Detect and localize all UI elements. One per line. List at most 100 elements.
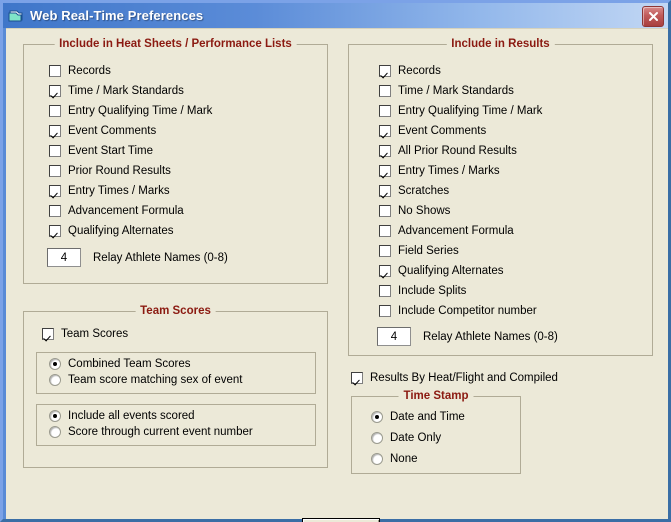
radio-label: Date Only	[390, 431, 442, 444]
checkbox-box[interactable]	[379, 285, 391, 297]
checkbox-hs-prior-round-results[interactable]: Prior Round Results	[49, 164, 171, 178]
checkbox-label: Qualifying Alternates	[68, 224, 174, 237]
radio-team-score-matching-sex[interactable]: Team score matching sex of event	[49, 373, 243, 387]
checkbox-box[interactable]	[49, 165, 61, 177]
checkbox-box[interactable]	[379, 185, 391, 197]
checkbox-box[interactable]	[379, 145, 391, 157]
checkbox-team-scores-enabled[interactable]: Team Scores	[42, 327, 128, 341]
checkbox-box[interactable]	[49, 225, 61, 237]
radio-date-only[interactable]: Date Only	[371, 431, 441, 445]
radio-label: Score through current event number	[68, 425, 253, 438]
checkbox-hs-event-start-time[interactable]: Event Start Time	[49, 144, 153, 158]
subgroup-team-score-scope: Combined Team Scores Team score matching…	[36, 352, 316, 394]
checkbox-label: Advancement Formula	[68, 204, 184, 217]
radio-circle[interactable]	[49, 426, 61, 438]
checkbox-results-by-heat-flight[interactable]: Results By Heat/Flight and Compiled	[351, 371, 558, 385]
checkbox-label: Event Comments	[68, 124, 157, 137]
close-button[interactable]: Close	[302, 518, 380, 522]
checkbox-box[interactable]	[379, 165, 391, 177]
checkbox-res-no-shows[interactable]: No Shows	[379, 204, 450, 218]
checkbox-res-include-competitor-number[interactable]: Include Competitor number	[379, 304, 537, 318]
relay-athlete-names-input-hs[interactable]	[47, 248, 81, 267]
checkbox-label: Results By Heat/Flight and Compiled	[370, 371, 558, 384]
relay-athlete-names-input-res[interactable]	[377, 327, 411, 346]
checkbox-box[interactable]	[351, 372, 363, 384]
checkbox-label: All Prior Round Results	[398, 144, 517, 157]
checkbox-res-qualifying-alternates[interactable]: Qualifying Alternates	[379, 264, 503, 278]
checkbox-box[interactable]	[379, 125, 391, 137]
radio-circle[interactable]	[49, 374, 61, 386]
checkbox-res-scratches[interactable]: Scratches	[379, 184, 449, 198]
checkbox-box[interactable]	[49, 65, 61, 77]
checkbox-res-entry-qualifying-time[interactable]: Entry Qualifying Time / Mark	[379, 104, 542, 118]
title-bar: Web Real-Time Preferences	[3, 3, 668, 28]
checkbox-label: Team Scores	[61, 327, 129, 340]
radio-circle[interactable]	[371, 411, 383, 423]
checkbox-res-records[interactable]: Records	[379, 64, 441, 78]
radio-include-all-events-scored[interactable]: Include all events scored	[49, 409, 195, 423]
radio-label: Team score matching sex of event	[68, 373, 243, 386]
radio-circle[interactable]	[371, 432, 383, 444]
checkbox-box[interactable]	[49, 205, 61, 217]
checkbox-box[interactable]	[379, 265, 391, 277]
checkbox-box[interactable]	[42, 328, 54, 340]
checkbox-box[interactable]	[379, 205, 391, 217]
radio-circle[interactable]	[49, 410, 61, 422]
checkbox-res-event-comments[interactable]: Event Comments	[379, 124, 486, 138]
checkbox-label: Time / Mark Standards	[398, 84, 514, 97]
radio-score-through-current-event[interactable]: Score through current event number	[49, 425, 253, 439]
checkbox-box[interactable]	[379, 225, 391, 237]
radio-date-and-time[interactable]: Date and Time	[371, 410, 465, 424]
checkbox-res-field-series[interactable]: Field Series	[379, 244, 459, 258]
group-include-in-results-title: Include in Results	[446, 37, 555, 51]
checkbox-label: Advancement Formula	[398, 224, 514, 237]
radio-none[interactable]: None	[371, 452, 418, 466]
checkbox-hs-time-mark-standards[interactable]: Time / Mark Standards	[49, 84, 184, 98]
radio-circle[interactable]	[49, 358, 61, 370]
checkbox-res-all-prior-round-results[interactable]: All Prior Round Results	[379, 144, 517, 158]
checkbox-box[interactable]	[379, 305, 391, 317]
radio-circle[interactable]	[371, 453, 383, 465]
checkbox-box[interactable]	[49, 145, 61, 157]
checkbox-box[interactable]	[379, 65, 391, 77]
checkbox-label: Field Series	[398, 244, 459, 257]
close-icon[interactable]	[642, 6, 664, 27]
radio-label: Combined Team Scores	[68, 357, 191, 370]
checkbox-label: Records	[68, 64, 111, 77]
group-time-stamp-title: Time Stamp	[398, 389, 474, 403]
checkbox-res-include-splits[interactable]: Include Splits	[379, 284, 466, 298]
checkbox-label: Records	[398, 64, 441, 77]
group-heat-sheets-title: Include in Heat Sheets / Performance Lis…	[54, 37, 297, 51]
window-document-icon	[8, 8, 24, 23]
group-include-in-results: Include in Results Records Time / Mark S…	[348, 37, 653, 356]
relay-athlete-names-hs: Relay Athlete Names (0-8)	[47, 248, 228, 267]
checkbox-res-time-mark-standards[interactable]: Time / Mark Standards	[379, 84, 514, 98]
checkbox-label: Include Splits	[398, 284, 467, 297]
radio-combined-team-scores[interactable]: Combined Team Scores	[49, 357, 191, 371]
checkbox-label: Entry Qualifying Time / Mark	[398, 104, 543, 117]
checkbox-box[interactable]	[379, 85, 391, 97]
relay-athlete-names-label-hs: Relay Athlete Names (0-8)	[93, 251, 228, 264]
checkbox-hs-event-comments[interactable]: Event Comments	[49, 124, 156, 138]
subgroup-team-score-range: Include all events scored Score through …	[36, 404, 316, 446]
checkbox-hs-records[interactable]: Records	[49, 64, 111, 78]
checkbox-label: Scratches	[398, 184, 450, 197]
checkbox-hs-entry-qualifying-time[interactable]: Entry Qualifying Time / Mark	[49, 104, 212, 118]
checkbox-label: Prior Round Results	[68, 164, 171, 177]
checkbox-label: No Shows	[398, 204, 451, 217]
checkbox-label: Event Start Time	[68, 144, 154, 157]
checkbox-hs-entry-times-marks[interactable]: Entry Times / Marks	[49, 184, 170, 198]
window-title: Web Real-Time Preferences	[30, 8, 204, 23]
checkbox-box[interactable]	[379, 105, 391, 117]
checkbox-box[interactable]	[49, 125, 61, 137]
checkbox-label: Event Comments	[398, 124, 487, 137]
checkbox-res-advancement-formula[interactable]: Advancement Formula	[379, 224, 514, 238]
checkbox-box[interactable]	[49, 85, 61, 97]
checkbox-box[interactable]	[49, 105, 61, 117]
checkbox-hs-qualifying-alternates[interactable]: Qualifying Alternates	[49, 224, 173, 238]
checkbox-box[interactable]	[49, 185, 61, 197]
checkbox-hs-advancement-formula[interactable]: Advancement Formula	[49, 204, 184, 218]
dialog-window: Web Real-Time Preferences Include in Hea…	[0, 0, 671, 522]
checkbox-res-entry-times-marks[interactable]: Entry Times / Marks	[379, 164, 500, 178]
checkbox-box[interactable]	[379, 245, 391, 257]
